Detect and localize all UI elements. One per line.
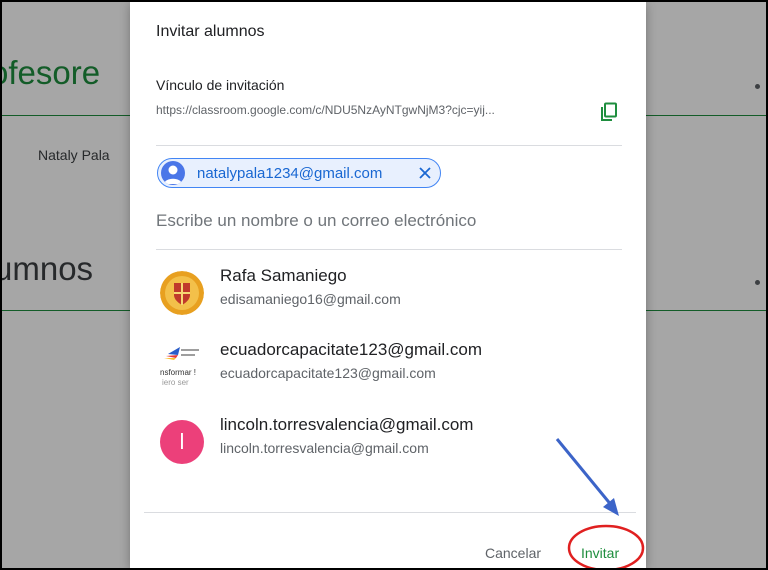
suggestion-email: lincoln.torresvalencia@gmail.com [220,440,429,456]
suggestion-item[interactable]: nsformar ! iero ser ecuadorcapacitate123… [156,340,626,400]
name-or-email-input[interactable] [156,208,616,234]
suggestion-email: ecuadorcapacitate123@gmail.com [220,365,436,381]
footer-divider [144,512,636,513]
invite-link-url[interactable]: https://classroom.google.com/c/NDU5NzAyN… [156,103,576,117]
invite-button[interactable]: Invitar [581,545,619,561]
ministry-logo-text: iero ser [162,378,189,387]
chip-email: natalypala1234@gmail.com [197,165,383,182]
cancel-button[interactable]: Cancelar [485,545,541,561]
ministry-logo-text: nsformar ! [160,368,196,377]
suggestion-name: lincoln.torresvalencia@gmail.com [220,415,474,434]
invite-students-dialog: Invitar alumnos Vínculo de invitación ht… [130,2,646,568]
suggestion-item[interactable]: Rafa Samaniego edisamaniego16@gmail.com [156,266,626,326]
ministry-logo-icon: nsformar ! iero ser [160,345,204,389]
recipient-chip[interactable]: natalypala1234@gmail.com [157,158,441,188]
suggestion-item[interactable]: l lincoln.torresvalencia@gmail.com linco… [156,415,626,475]
letter-avatar: l [160,420,204,464]
copy-icon[interactable] [600,102,618,122]
screenshot-frame: ofesore Nataly Pala umnos Invitar alumno… [0,0,768,570]
dialog-title: Invitar alumnos [156,23,265,40]
remove-chip-icon[interactable] [417,165,433,181]
input-divider [156,249,622,250]
section-divider [156,145,622,146]
suggestion-email: edisamaniego16@gmail.com [220,291,401,307]
suggestion-name: Rafa Samaniego [220,266,347,285]
crest-logo-icon [160,271,204,315]
person-icon [161,161,185,185]
invite-link-label: Vínculo de invitación [156,77,285,93]
suggestion-name: ecuadorcapacitate123@gmail.com [220,340,483,359]
